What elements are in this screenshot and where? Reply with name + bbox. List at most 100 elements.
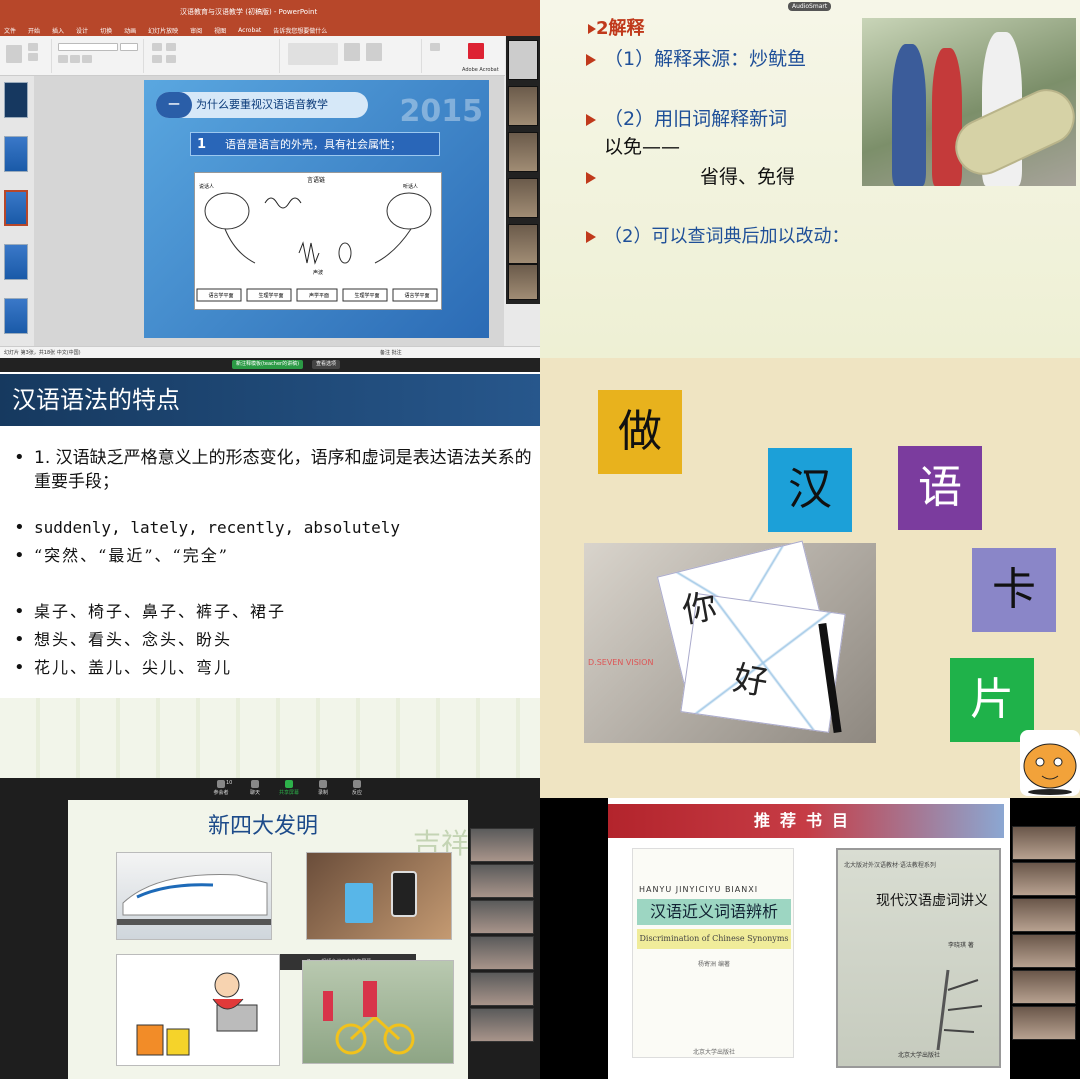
participant-video[interactable] xyxy=(470,900,534,934)
copy-icon[interactable] xyxy=(28,53,38,61)
tab-insert[interactable]: 插入 xyxy=(52,26,64,35)
paste-icon[interactable] xyxy=(6,45,22,63)
participant-video[interactable] xyxy=(470,972,534,1006)
numbering-icon[interactable] xyxy=(166,43,176,51)
slide-thumb-selected[interactable] xyxy=(4,190,28,226)
tell-me-search[interactable]: 告诉我您想要做什么 xyxy=(273,26,327,35)
cut-icon[interactable] xyxy=(28,43,38,51)
tab-view[interactable]: 视图 xyxy=(214,26,226,35)
slide-thumb[interactable] xyxy=(4,136,28,172)
powerpoint-panel: 汉语教育与汉语教学 (初稿版) - PowerPoint 文件 开始 插入 设计… xyxy=(0,0,540,358)
status-text: 幻灯片 第3张，共18张 中文(中国) xyxy=(4,350,81,356)
tab-home[interactable]: 开始 xyxy=(28,26,40,35)
book2-series: 北大版对外汉语教材·语法教程系列 xyxy=(844,862,936,869)
participant-video[interactable] xyxy=(1012,898,1076,932)
line-1: （1）解释来源：炒鱿鱼 xyxy=(586,44,806,71)
participant-video-strip xyxy=(506,36,540,304)
tab-design[interactable]: 设计 xyxy=(76,26,88,35)
tab-animations[interactable]: 动画 xyxy=(124,26,136,35)
grammar-slide-panel: 新注释模板(teacher的讲稿) 查看选项 汉语语法的特点 1. 汉语缺乏严格… xyxy=(0,358,540,778)
high-speed-rail-image xyxy=(116,852,272,940)
diagram-listener: 听话人 xyxy=(403,184,419,190)
participant-video[interactable] xyxy=(508,86,538,126)
diagram-level: 语言学平面 xyxy=(404,293,430,299)
slide-thumb[interactable] xyxy=(4,82,28,118)
slide-thumb[interactable] xyxy=(4,244,28,280)
tab-review[interactable]: 审阅 xyxy=(190,26,202,35)
cartoon-tiger-svg xyxy=(1023,743,1077,795)
find-icon[interactable] xyxy=(430,43,440,51)
participant-video[interactable] xyxy=(508,132,538,172)
bold-icon[interactable] xyxy=(58,55,68,63)
record-button[interactable]: 录制 xyxy=(308,780,338,796)
participant-video[interactable] xyxy=(470,1008,534,1042)
quick-styles-icon[interactable] xyxy=(366,43,382,61)
participant-video[interactable] xyxy=(1012,862,1076,896)
explanation-slide-panel: AudioSmart 2解释 （1）解释来源：炒鱿鱼 （2）用旧词解释新词 以免… xyxy=(540,0,1080,358)
book-cover-synonyms: HANYU JINYICIYU BIANXI 汉语近义词语辨析 Discrimi… xyxy=(632,848,794,1058)
participant-video[interactable] xyxy=(1012,826,1076,860)
italic-icon[interactable] xyxy=(70,55,80,63)
underline-icon[interactable] xyxy=(82,55,92,63)
list-item: 1. 汉语缺乏严格意义上的形态变化，语序和虚词是表达语法关系的重要手段； xyxy=(12,446,532,498)
slide-point-number: 1 xyxy=(197,137,207,152)
font-size-select[interactable] xyxy=(120,43,138,51)
font-select[interactable] xyxy=(58,43,118,51)
list-item: 想头、看头、念头、盼头 xyxy=(12,628,532,652)
participant-video[interactable] xyxy=(1012,1006,1076,1040)
participant-video[interactable] xyxy=(508,40,538,80)
grammar-list: 1. 汉语缺乏严格意义上的形态变化，语序和虚词是表达语法关系的重要手段； sud… xyxy=(12,446,532,680)
participant-video[interactable] xyxy=(508,264,538,300)
book-cover-function-words: 北大版对外汉语教材·语法教程系列 现代汉语虚词讲义 李晓琪 著 北京大学出版社 xyxy=(836,848,1001,1068)
shared-slide: 吉祥 新四大发明 Zoom视频会议正在共享屏幕 xyxy=(68,800,469,1079)
slide-canvas: 2015 一 为什么要重视汉语语音教学 1 语音是语言的外壳，具有社会属性； 言… xyxy=(34,76,504,346)
share-screen-button[interactable]: 共享屏幕 xyxy=(274,780,304,796)
participant-video[interactable] xyxy=(508,224,538,264)
chat-button[interactable]: 聊天 xyxy=(240,780,270,796)
reactions-label: 反应 xyxy=(351,790,362,796)
bikes-svg xyxy=(323,981,415,1055)
status-right[interactable]: 备注 批注 xyxy=(380,347,402,358)
participant-video[interactable] xyxy=(470,936,534,970)
mobile-payment-image xyxy=(306,852,452,940)
align-left-icon[interactable] xyxy=(152,55,162,63)
clipboard-group xyxy=(0,39,52,73)
audiosmart-badge: AudioSmart xyxy=(788,2,832,11)
slide-thumb[interactable] xyxy=(4,298,28,334)
slide-title: 新四大发明 xyxy=(208,814,319,839)
current-slide[interactable]: 2015 一 为什么要重视汉语语音教学 1 语音是语言的外壳，具有社会属性； 言… xyxy=(144,80,489,338)
recommended-books-panel: 推荐书目 HANYU JINYICIYU BIANXI 汉语近义词语辨析 Dis… xyxy=(540,798,1080,1079)
phone-icon xyxy=(391,871,417,917)
participant-video[interactable] xyxy=(1012,970,1076,1004)
acrobat-pdf-icon[interactable] xyxy=(468,43,484,59)
tab-file[interactable]: 文件 xyxy=(4,26,16,35)
tab-slideshow[interactable]: 幻灯片放映 xyxy=(148,26,178,35)
template-button[interactable]: 新注释模板(teacher的讲稿) xyxy=(232,360,304,369)
watermark: D.SEVEN VISION xyxy=(588,658,654,667)
reactions-button[interactable]: 反应 xyxy=(342,780,372,796)
zoom-toolbar: 参会者 聊天 共享屏幕 录制 反应 10 xyxy=(0,778,540,800)
diagram-level: 声学平面 xyxy=(308,293,329,299)
participant-video[interactable] xyxy=(1012,934,1076,968)
align-center-icon[interactable] xyxy=(166,55,176,63)
bullets-icon[interactable] xyxy=(152,43,162,51)
participant-gallery xyxy=(470,828,534,1068)
tab-acrobat[interactable]: Acrobat xyxy=(238,27,261,34)
participant-gallery xyxy=(1012,826,1076,1076)
participants-count: 10 xyxy=(226,780,233,786)
line-5: （2）可以查词典后加以改动： xyxy=(586,222,849,248)
participant-video[interactable] xyxy=(470,828,534,862)
participant-video[interactable] xyxy=(470,864,534,898)
shapes-gallery[interactable] xyxy=(288,43,338,65)
view-options-button[interactable]: 查看选项 xyxy=(312,360,341,369)
arrange-icon[interactable] xyxy=(344,43,360,61)
photo-figure xyxy=(892,44,926,186)
decorative-footer xyxy=(0,698,540,778)
participant-video[interactable] xyxy=(508,178,538,218)
line-4-text: 省得、免得 xyxy=(700,166,796,188)
share-screen-icon xyxy=(285,780,293,788)
tab-transitions[interactable]: 切换 xyxy=(100,26,112,35)
diagram-sound: 声波 xyxy=(313,270,324,276)
line-4: 省得、免得 xyxy=(586,162,795,189)
train-svg xyxy=(117,874,271,925)
